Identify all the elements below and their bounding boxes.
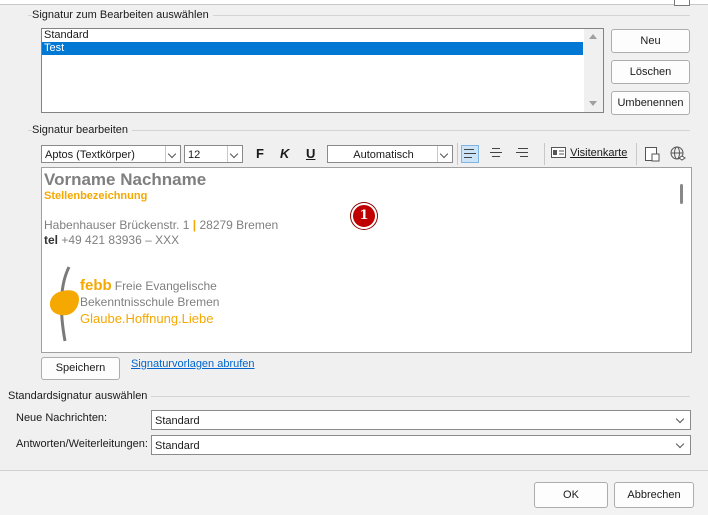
signature-item-test[interactable]: Test	[42, 42, 583, 55]
business-card-button[interactable]: Visitenkarte	[551, 147, 627, 163]
logo-line-1: febb Freie Evangelische	[80, 277, 217, 294]
save-label: Speichern	[55, 362, 106, 374]
select-signature-label: Signatur zum Bearbeiten auswählen	[32, 9, 213, 21]
new-button[interactable]: Neu	[611, 29, 690, 53]
phone-number: +49 421 83936 – XXX	[61, 233, 180, 247]
signature-name: Vorname Nachname	[44, 170, 207, 189]
signature-editor[interactable]: Vorname Nachname Stellenbezeichnung Habe…	[41, 167, 692, 353]
toolbar-separator	[457, 143, 458, 165]
italic-button[interactable]: K	[280, 146, 289, 161]
chevron-down-icon	[675, 439, 685, 449]
business-card-icon	[551, 147, 566, 159]
align-center-icon[interactable]	[488, 145, 504, 161]
top-dropdown-edge	[674, 0, 690, 6]
delete-button[interactable]: Löschen	[611, 60, 690, 84]
new-messages-value: Standard	[155, 415, 200, 427]
insert-picture-icon[interactable]	[644, 146, 660, 162]
top-field-edge	[0, 0, 708, 6]
address-separator: |	[192, 218, 197, 232]
font-family-select[interactable]: Aptos (Textkörper)	[41, 145, 181, 163]
font-color-value: Automatisch	[353, 149, 414, 161]
default-signature-label: Standardsignatur auswählen	[8, 390, 152, 402]
business-card-label: Visitenkarte	[570, 147, 628, 160]
save-button[interactable]: Speichern	[41, 357, 120, 380]
replies-forwards-select[interactable]: Standard	[151, 435, 691, 455]
font-size-select[interactable]: 12	[184, 145, 243, 163]
chevron-down-icon	[439, 149, 449, 159]
phone-label: tel	[44, 233, 59, 247]
editor-scrollbar[interactable]	[672, 168, 691, 352]
signature-phone: tel +49 421 83936 – XXX	[44, 233, 179, 247]
new-messages-select[interactable]: Standard	[151, 410, 691, 430]
chevron-down-icon	[167, 149, 177, 159]
editor-scroll-thumb[interactable]	[680, 184, 683, 204]
signature-job-title: Stellenbezeichnung	[44, 190, 148, 202]
bold-button[interactable]: F	[256, 146, 264, 161]
size-dropdown-arrow[interactable]	[227, 146, 242, 162]
logo-school-line-2: Bekenntnisschule Bremen	[80, 295, 220, 309]
annotation-marker: 1	[351, 203, 377, 229]
get-signature-templates-link[interactable]: Signaturvorlagen abrufen	[131, 358, 255, 370]
edit-signature-label: Signatur bearbeiten	[32, 124, 133, 136]
replies-dropdown-arrow[interactable]	[674, 436, 690, 454]
new-messages-dropdown-arrow[interactable]	[674, 411, 690, 429]
cancel-button[interactable]: Abbrechen	[614, 482, 694, 508]
font-family-value: Aptos (Textkörper)	[45, 149, 135, 161]
signature-item-standard[interactable]: Standard	[42, 29, 583, 42]
replies-label: Antworten/Weiterleitungen:	[16, 438, 148, 450]
dialog-footer: OK Abbrechen	[0, 470, 708, 515]
color-dropdown-arrow[interactable]	[437, 146, 452, 162]
rename-button[interactable]: Umbenennen	[611, 91, 690, 115]
font-color-select[interactable]: Automatisch	[327, 145, 453, 163]
logo-motto: Glaube.Hoffnung.Liebe	[80, 311, 214, 326]
underline-button[interactable]: U	[306, 146, 315, 161]
chevron-down-icon	[675, 414, 685, 424]
replies-value: Standard	[155, 440, 200, 452]
chevron-down-icon	[229, 149, 239, 159]
toolbar-separator	[544, 143, 545, 165]
address-city: 28279 Bremen	[199, 218, 279, 232]
signature-address: Habenhauser Brückenstr. 1 | 28279 Bremen	[44, 218, 278, 232]
new-messages-label: Neue Nachrichten:	[16, 412, 108, 424]
address-street: Habenhauser Brückenstr. 1	[44, 218, 190, 232]
ok-button[interactable]: OK	[534, 482, 608, 508]
logo-school-line-1: Freie Evangelische	[114, 279, 217, 293]
signature-listbox[interactable]: Standard Test	[41, 28, 604, 113]
toolbar-separator	[636, 143, 637, 165]
font-dropdown-arrow[interactable]	[165, 146, 180, 162]
font-size-value: 12	[188, 149, 201, 161]
align-left-icon[interactable]	[461, 145, 479, 163]
scroll-up-icon[interactable]	[589, 34, 597, 39]
scroll-down-icon[interactable]	[589, 101, 597, 106]
logo-abbreviation: febb	[80, 277, 112, 294]
hyperlink-globe-icon[interactable]	[670, 146, 686, 162]
listbox-scrollbar[interactable]	[584, 29, 603, 112]
align-right-icon[interactable]	[514, 145, 530, 161]
